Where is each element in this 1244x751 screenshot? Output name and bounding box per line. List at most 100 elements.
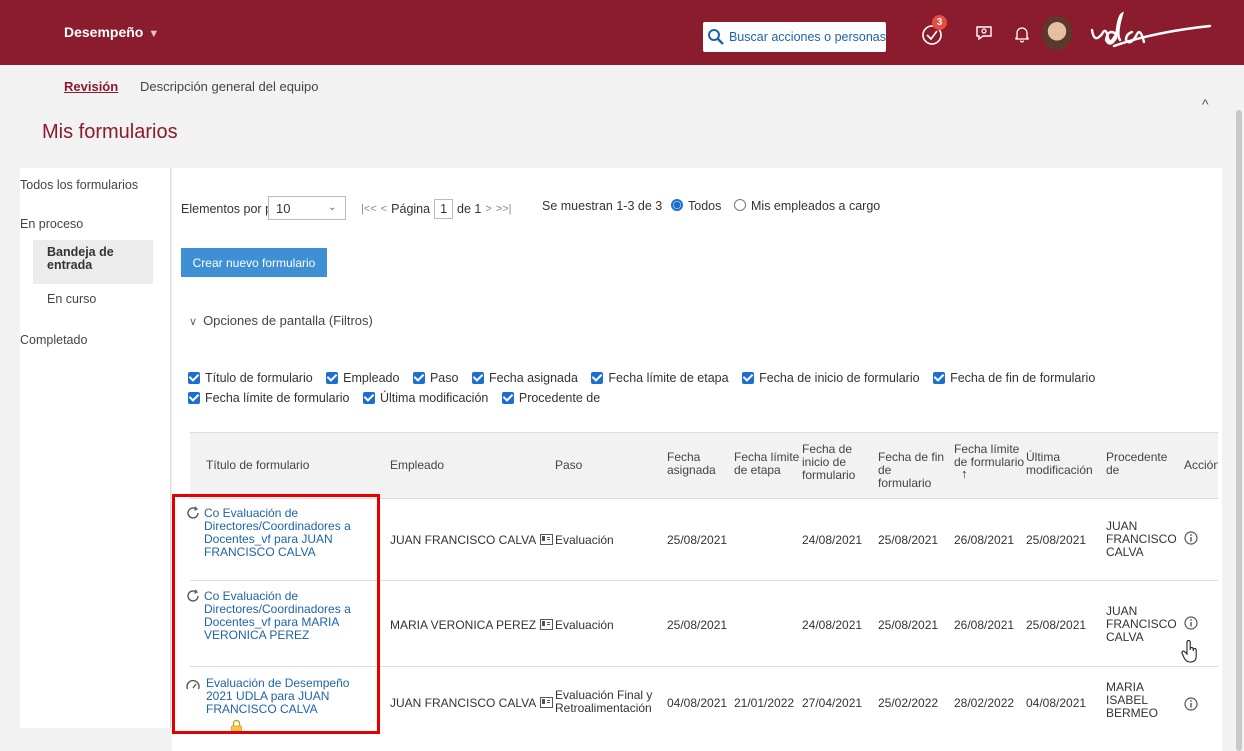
display-options-label: Opciones de pantalla (Filtros) [203,313,373,328]
radio-all-label: Todos [688,199,722,213]
checkbox-icon [501,392,514,404]
modified-date: 25/08/2021 [1026,533,1087,547]
checkbox-icon [188,392,200,404]
last-page-icon[interactable]: >>| [496,203,512,215]
chevron-down-icon: ▼ [148,28,160,40]
chevron-up-icon[interactable]: ^ [1202,96,1209,112]
col-from[interactable]: Procedente de [1106,451,1178,477]
col-start[interactable]: Fecha de inicio de formulario [802,443,864,482]
chevron-down-icon: ⌄ [328,202,337,213]
nav-completed[interactable]: Completado [20,333,87,347]
tab-review[interactable]: Revisión [64,79,118,94]
checkbox-icon [363,392,375,404]
stage-due-date: 21/01/2022 [734,696,795,710]
col-employee[interactable]: Empleado [390,459,510,472]
checkbox-icon [933,372,946,384]
filter-start[interactable]: Fecha de inicio de formulario [742,371,920,385]
checkbox-icon [591,372,604,384]
start-date: 27/04/2021 [802,696,863,710]
from-name: JUAN FRANCISCO CALVA [1106,519,1177,559]
nav-inbox-label: Bandeja de entrada [47,245,114,272]
col-title[interactable]: Título de formulario [206,459,366,472]
filter-stage-due[interactable]: Fecha límite de etapa [591,371,729,385]
page-input[interactable]: 1 [434,199,454,219]
col-step[interactable]: Paso [555,459,635,472]
nav-all-forms[interactable]: Todos los formularios [20,178,138,192]
hand-cursor-icon [1181,640,1197,663]
col-end[interactable]: Fecha de fin de formulario [878,451,948,490]
next-page-icon[interactable]: > [485,203,491,215]
info-icon[interactable] [1184,531,1198,545]
profile-card-icon[interactable] [540,619,554,630]
search-placeholder: Buscar acciones o personas [728,30,886,44]
radio-direct-reports-label: Mis empleados a cargo [751,199,881,213]
from-name: MARIA ISABEL BERMEO [1106,680,1159,720]
modified-date: 04/08/2021 [1026,696,1087,710]
radio-direct-reports[interactable] [734,199,746,211]
module-name: Desempeño [64,24,144,40]
col-modified[interactable]: Última modificación [1026,451,1106,477]
due-date: 28/02/2022 [954,696,1015,710]
filter-end[interactable]: Fecha de fin de formulario [933,371,1095,385]
assigned-date: 04/08/2021 [667,696,728,710]
profile-card-icon[interactable] [540,697,554,708]
sort-arrow-up-icon: ↑ [961,466,968,481]
table-header: Título de formulario Empleado Paso Fecha… [190,432,1218,499]
chevron-down-icon: ∨ [189,316,198,328]
nav-inbox[interactable]: Bandeja de entrada [33,240,153,284]
module-switcher[interactable]: Desempeño ▼ [64,24,159,40]
nav-in-process[interactable]: En proceso [20,217,83,231]
search-icon [707,29,724,45]
tab-team-overview[interactable]: Descripción general del equipo [140,79,319,94]
scrollbar[interactable] [1236,110,1242,751]
column-filters: Título de formulario Empleado Paso Fecha… [188,368,1218,408]
page-title: Mis formularios [42,121,178,143]
col-action: Acción [1184,459,1218,472]
filter-title[interactable]: Título de formulario [188,371,313,385]
col-stage-due[interactable]: Fecha límite de etapa [734,451,800,477]
filter-employee[interactable]: Empleado [326,371,399,385]
page-of: de 1 [457,202,482,216]
page-label: Página [391,202,431,216]
udla-logo-icon [1090,11,1212,48]
checkbox-icon [471,372,484,384]
end-date: 25/08/2021 [878,618,939,632]
bell-icon[interactable] [1014,25,1030,43]
modified-date: 25/08/2021 [1026,618,1087,632]
filter-due[interactable]: Fecha límite de formulario [188,391,350,405]
end-date: 25/02/2022 [878,696,939,710]
first-page-icon[interactable]: |<< [361,203,377,215]
results-count: Se muestran 1-3 de 3 [542,199,663,213]
per-page-select[interactable]: 10 ⌄ [268,196,346,220]
checkbox-icon [412,372,425,384]
per-page-value: 10 [276,201,291,216]
feedback-icon[interactable] [975,24,993,42]
nav-in-course[interactable]: En curso [47,292,96,306]
assigned-date: 25/08/2021 [667,618,728,632]
profile-card-icon[interactable] [540,534,554,545]
filter-step[interactable]: Paso [412,371,458,385]
display-options-toggle[interactable]: ∨ Opciones de pantalla (Filtros) [189,313,373,328]
todo-badge: 3 [932,15,947,30]
left-navigation: Todos los formularios En proceso Bandeja… [20,168,171,728]
col-assigned[interactable]: Fecha asignada [667,451,719,477]
info-icon[interactable] [1184,616,1198,630]
search-box[interactable]: Buscar acciones o personas [703,22,886,52]
filter-from[interactable]: Procedente de [501,391,600,405]
pagination: |<< < Página 1 de 1 > >>| [361,199,512,219]
from-name: JUAN FRANCISCO CALVA [1106,604,1177,644]
create-form-button[interactable]: Crear nuevo formulario [181,248,327,277]
info-icon[interactable] [1184,697,1198,711]
start-date: 24/08/2021 [802,533,863,547]
checkbox-icon [326,372,339,384]
avatar[interactable] [1042,16,1072,50]
step: Evaluación [555,618,614,632]
end-date: 25/08/2021 [878,533,939,547]
filter-assigned[interactable]: Fecha asignada [471,371,578,385]
checkbox-icon [742,372,755,384]
radio-all[interactable] [671,199,683,211]
filter-modified[interactable]: Última modificación [363,391,488,405]
prev-page-icon[interactable]: < [381,203,387,215]
due-date: 26/08/2021 [954,533,1015,547]
due-date: 26/08/2021 [954,618,1015,632]
